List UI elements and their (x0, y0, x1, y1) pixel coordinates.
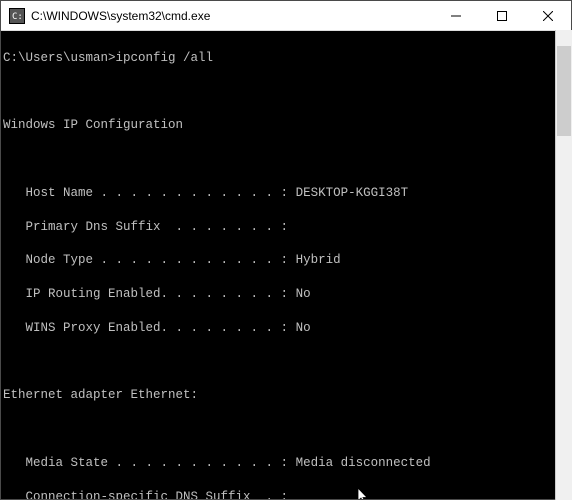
titlebar[interactable]: C: C:\WINDOWS\system32\cmd.exe (1, 1, 571, 31)
eth-media-label: Media State . . . . . . . . . . . : (3, 456, 296, 470)
winsproxy-label: WINS Proxy Enabled. . . . . . . . : (3, 321, 296, 335)
cmd-icon: C: (9, 8, 25, 24)
ethernet-section-title: Ethernet adapter Ethernet: (3, 387, 571, 404)
winsproxy-value: No (296, 321, 311, 335)
eth-cdsuffix-label: Connection-specific DNS Suffix . : (3, 490, 288, 499)
nodetype-value: Hybrid (296, 253, 341, 267)
svg-text:C:: C: (12, 12, 23, 22)
hostname-label: Host Name . . . . . . . . . . . . : (3, 186, 296, 200)
minimize-button[interactable] (433, 1, 479, 30)
prompt: C:\Users\usman> (3, 51, 116, 65)
command-text: ipconfig /all (116, 51, 214, 65)
window-controls (433, 1, 571, 30)
primarydns-label: Primary Dns Suffix . . . . . . . : (3, 220, 288, 234)
scrollbar-thumb[interactable] (557, 46, 571, 136)
cmd-window: C: C:\WINDOWS\system32\cmd.exe C:\Users\… (0, 0, 572, 500)
iprouting-label: IP Routing Enabled. . . . . . . . : (3, 287, 296, 301)
close-button[interactable] (525, 1, 571, 30)
iprouting-value: No (296, 287, 311, 301)
terminal-output[interactable]: C:\Users\usman>ipconfig /all Windows IP … (1, 31, 571, 499)
section-header: Windows IP Configuration (3, 117, 571, 134)
window-title: C:\WINDOWS\system32\cmd.exe (31, 9, 433, 23)
eth-media-value: Media disconnected (296, 456, 431, 470)
maximize-button[interactable] (479, 1, 525, 30)
vertical-scrollbar[interactable] (555, 30, 572, 500)
nodetype-label: Node Type . . . . . . . . . . . . : (3, 253, 296, 267)
hostname-value: DESKTOP-KGGI38T (296, 186, 409, 200)
